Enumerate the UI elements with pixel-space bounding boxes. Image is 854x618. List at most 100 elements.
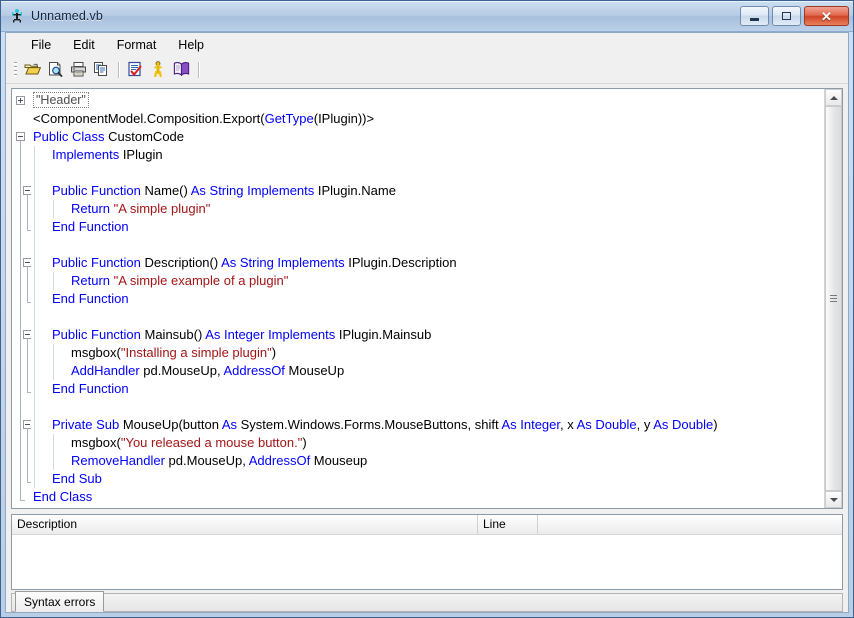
print-icon — [70, 61, 87, 80]
code-token: Private Sub — [52, 417, 123, 432]
scroll-thumb[interactable] — [825, 106, 842, 491]
error-list-view[interactable]: Description Line — [11, 514, 843, 590]
code-token: End Sub — [52, 471, 102, 486]
fold-collapse-box[interactable] — [16, 132, 25, 141]
code-token: Public Class — [33, 129, 109, 144]
code-token: End Function — [52, 219, 129, 234]
code-token: pd.MouseUp, — [168, 453, 249, 468]
check-syntax-button[interactable] — [124, 59, 146, 81]
code-token: Public Function — [52, 327, 145, 342]
code-token: ) — [271, 345, 277, 360]
code-line: Return "A simple example of a plugin" — [31, 272, 824, 290]
code-text-area[interactable]: "Header" <ComponentModel.Composition.Expo… — [31, 89, 824, 508]
code-token: System.Windows.Forms.MouseButtons, shift — [240, 417, 502, 432]
fold-end-tick — [20, 500, 25, 501]
code-line: End Function — [31, 218, 824, 236]
toolbar — [6, 57, 848, 84]
code-token: Public Function — [52, 255, 145, 270]
fold-connector-line — [27, 267, 28, 302]
bottom-pane: Description Line Syntax errors — [11, 514, 843, 612]
code-token: (IPlugin))> — [313, 111, 375, 126]
tab-syntax-errors[interactable]: Syntax errors — [15, 591, 105, 612]
reference-book-button[interactable] — [170, 59, 192, 81]
code-line: "Header" — [31, 92, 824, 110]
code-line: Return "A simple plugin" — [31, 200, 824, 218]
column-header-line[interactable]: Line — [478, 515, 538, 534]
code-token: Public Function — [52, 183, 145, 198]
print-preview-button[interactable] — [44, 59, 66, 81]
open-file-icon — [24, 61, 41, 79]
copy-button[interactable] — [90, 59, 112, 81]
insert-object-button[interactable] — [147, 59, 169, 81]
scroll-track[interactable] — [825, 106, 842, 491]
code-token: MouseUp — [288, 363, 345, 378]
code-line: Implements IPlugin — [31, 146, 824, 164]
window-title: Unnamed.vb — [31, 9, 103, 23]
code-token: As Integer — [501, 417, 560, 432]
code-line: Public Function Mainsub() As Integer Imp… — [31, 326, 824, 344]
print-button[interactable] — [67, 59, 89, 81]
scroll-down-button[interactable] — [825, 491, 842, 508]
scroll-thumb-grip-icon — [830, 295, 837, 302]
fold-expand-box[interactable] — [16, 96, 25, 105]
code-line: RemoveHandler pd.MouseUp, AddressOf Mous… — [31, 452, 824, 470]
code-line: End Class — [31, 488, 824, 506]
code-token: IPlugin.Mainsub — [338, 327, 432, 342]
plugin-figure-icon — [9, 8, 25, 24]
code-token: AddressOf — [223, 363, 289, 378]
code-token: "You released a mouse button." — [120, 435, 303, 450]
close-button[interactable]: ✕ — [804, 6, 849, 26]
client-area: File Edit Format Help "Header" <Componen… — [5, 32, 849, 613]
menu-format[interactable]: Format — [106, 35, 168, 55]
scroll-up-button[interactable] — [825, 89, 842, 106]
indent-guide — [53, 200, 54, 218]
code-token: , y — [636, 417, 654, 432]
menu-edit[interactable]: Edit — [62, 35, 106, 55]
editor-vertical-scrollbar[interactable] — [824, 89, 842, 508]
code-token: Return — [71, 201, 114, 216]
code-token: , x — [560, 417, 577, 432]
code-token: AddressOf — [248, 453, 314, 468]
toolbar-separator-end — [198, 62, 199, 78]
code-token: ) — [302, 435, 307, 450]
code-line: Public Function Description() As String … — [31, 254, 824, 272]
code-token: IPlugin.Name — [317, 183, 396, 198]
collapsed-header-region[interactable]: "Header" — [33, 92, 89, 108]
toolbar-grip[interactable] — [14, 62, 17, 78]
indent-guide — [53, 272, 54, 290]
maximize-button[interactable] — [772, 6, 801, 26]
code-token: <ComponentModel.Composition.Export( — [33, 111, 265, 126]
code-token: GetType — [264, 111, 314, 126]
close-icon: ✕ — [821, 8, 832, 24]
column-header-description[interactable]: Description — [12, 515, 478, 534]
code-token: As Double — [576, 417, 637, 432]
fold-connector-line — [27, 195, 28, 230]
maximize-icon — [782, 12, 791, 20]
menu-file[interactable]: File — [20, 35, 62, 55]
error-list-body[interactable] — [12, 535, 842, 589]
code-token: Return — [71, 273, 114, 288]
code-token: As Double — [653, 417, 714, 432]
code-token: IPlugin — [122, 147, 163, 162]
minimize-icon — [750, 17, 759, 21]
column-header-blank[interactable] — [538, 515, 842, 534]
toolbar-separator — [118, 62, 119, 78]
check-syntax-icon — [127, 61, 143, 80]
code-token: MouseUp(button — [122, 417, 222, 432]
print-preview-icon — [47, 61, 63, 80]
title-bar[interactable]: Unnamed.vb ✕ — [1, 1, 853, 32]
code-line: Public Function Name() As String Impleme… — [31, 182, 824, 200]
code-token: End Class — [33, 489, 93, 504]
code-line: End Function — [31, 290, 824, 308]
menu-help[interactable]: Help — [167, 35, 215, 55]
minimize-button[interactable] — [740, 6, 769, 26]
fold-margin[interactable] — [12, 89, 32, 508]
open-file-button[interactable] — [21, 59, 43, 81]
code-line: msgbox("You released a mouse button.") — [31, 434, 824, 452]
code-token: "A simple example of a plugin" — [113, 273, 289, 288]
code-editor[interactable]: "Header" <ComponentModel.Composition.Expo… — [11, 88, 843, 509]
fold-connector-line — [27, 429, 28, 482]
code-token: End Function — [52, 291, 129, 306]
